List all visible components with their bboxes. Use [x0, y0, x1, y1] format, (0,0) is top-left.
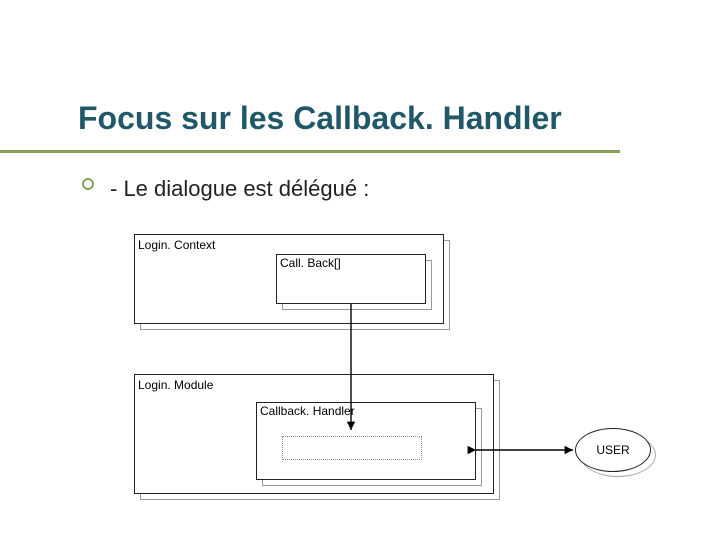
user-label: USER	[596, 443, 629, 457]
callback-array-label: Call. Back[]	[280, 256, 341, 270]
bullet-icon	[82, 178, 94, 190]
diagram-container: Login. Context Call. Back[] Login. Modul…	[130, 230, 680, 520]
callback-handler-inner-dotted	[282, 436, 422, 460]
user-oval: USER	[575, 428, 651, 472]
title-underline	[0, 150, 620, 153]
slide-subtitle: - Le dialogue est délégué :	[110, 176, 369, 202]
slide-title: Focus sur les Callback. Handler	[78, 100, 562, 137]
callback-handler-label: Callback. Handler	[260, 404, 355, 418]
login-module-label: Login. Module	[138, 378, 213, 392]
login-context-label: Login. Context	[138, 238, 215, 252]
